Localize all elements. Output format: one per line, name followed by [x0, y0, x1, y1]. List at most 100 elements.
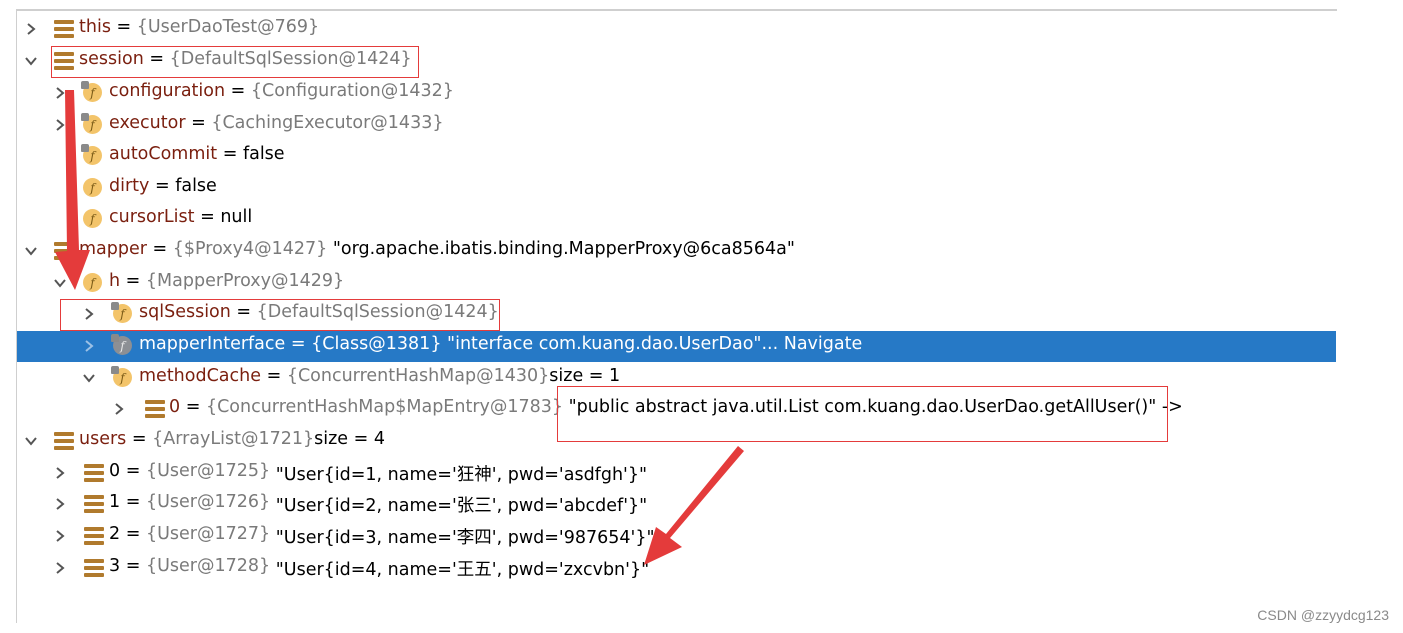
variable-row-executor[interactable]: f executor = {CachingExecutor@1433}	[17, 110, 1336, 140]
equals-sign: =	[225, 81, 251, 101]
chevron-down-icon[interactable]	[82, 371, 96, 385]
variable-type: {MapperProxy@1429}	[145, 271, 345, 291]
variable-row-users-1[interactable]: 1 = {User@1726} "User{id=2, name='张三', p…	[17, 489, 1336, 519]
equals-sign: =	[261, 366, 287, 386]
variable-row-mapperinterface[interactable]: f mapperInterface = {Class@1381} "interf…	[17, 331, 1336, 362]
chevron-right-icon[interactable]	[53, 466, 67, 480]
variable-value: size = 1	[549, 366, 621, 386]
equals-sign: =	[217, 144, 243, 164]
variable-row-cursorlist[interactable]: f cursorList = null	[17, 204, 1336, 234]
field-icon: f	[111, 334, 132, 355]
variable-row-users[interactable]: users = {ArrayList@1721} size = 4	[17, 426, 1336, 456]
variable-name: users	[79, 429, 127, 449]
navigate-link[interactable]: Navigate	[784, 334, 863, 354]
equals-sign: =	[120, 492, 146, 512]
list-icon	[145, 400, 165, 418]
variable-value: false	[175, 176, 217, 196]
list-icon	[54, 432, 74, 450]
variable-name: mapper	[79, 239, 147, 259]
chevron-right-icon[interactable]	[53, 86, 67, 100]
variable-value: "interface com.kuang.dao.UserDao"...	[447, 334, 779, 354]
equals-sign: =	[143, 49, 170, 69]
variable-value: "User{id=1, name='狂神', pwd='asdfgh'}"	[275, 465, 648, 485]
variable-row-sqlsession[interactable]: f sqlSession = {DefaultSqlSession@1424}	[17, 299, 1336, 329]
variable-type: {DefaultSqlSession@1424}	[169, 49, 412, 69]
variable-value: "User{id=4, name='王五', pwd='zxcvbn'}"	[275, 560, 650, 580]
list-icon	[54, 52, 74, 70]
chevron-right-icon[interactable]	[53, 561, 67, 575]
variable-type: {ConcurrentHashMap$MapEntry@1783}	[205, 397, 564, 417]
variable-type: {ConcurrentHashMap@1430}	[286, 366, 550, 386]
variable-row-h[interactable]: f h = {MapperProxy@1429}	[17, 268, 1336, 298]
chevron-right-icon[interactable]	[24, 22, 38, 36]
list-icon	[84, 527, 104, 545]
variable-name: 0	[169, 397, 181, 417]
variable-row-mapper[interactable]: mapper = {$Proxy4@1427} "org.apache.ibat…	[17, 236, 1336, 266]
variable-type: {Class@1381}	[311, 334, 442, 354]
field-icon: f	[83, 178, 102, 197]
watermark: CSDN @zzyydcg123	[1257, 607, 1389, 623]
variable-name: cursorList	[109, 207, 195, 227]
variable-name: mapperInterface	[139, 334, 286, 354]
variable-type: {User@1728}	[145, 556, 271, 576]
variable-row-autocommit[interactable]: f autoCommit = false	[17, 141, 1336, 171]
equals-sign: =	[285, 334, 312, 354]
variable-row-users-2[interactable]: 2 = {User@1727} "User{id=3, name='李四', p…	[17, 521, 1336, 551]
variable-row-this[interactable]: this = {UserDaoTest@769}	[17, 14, 1336, 44]
variable-row-configuration[interactable]: f configuration = {Configuration@1432}	[17, 78, 1336, 108]
variable-type: {$Proxy4@1427}	[172, 239, 328, 259]
chevron-down-icon[interactable]	[53, 276, 67, 290]
chevron-down-icon[interactable]	[24, 244, 38, 258]
variable-name: 0	[109, 461, 121, 481]
field-icon: f	[81, 81, 102, 102]
variable-row-session[interactable]: session = {DefaultSqlSession@1424}	[17, 46, 1336, 76]
variable-type: {CachingExecutor@1433}	[211, 113, 444, 133]
field-icon: f	[111, 366, 132, 387]
variable-value: false	[242, 144, 285, 164]
variable-name: executor	[109, 113, 186, 133]
variable-name: 2	[109, 524, 121, 544]
chevron-down-icon[interactable]	[24, 434, 38, 448]
field-icon: f	[83, 273, 102, 292]
equals-sign: =	[120, 524, 146, 544]
variable-name: dirty	[109, 176, 150, 196]
equals-sign: =	[126, 429, 153, 449]
variable-name: 3	[109, 556, 121, 576]
variable-name: sqlSession	[139, 302, 231, 322]
chevron-right-icon[interactable]	[53, 118, 67, 132]
chevron-right-icon[interactable]	[53, 497, 67, 511]
list-icon	[54, 20, 74, 38]
list-icon	[54, 242, 74, 260]
variable-value: size = 4	[314, 429, 385, 449]
variable-row-users-3[interactable]: 3 = {User@1728} "User{id=4, name='王五', p…	[17, 553, 1336, 583]
equals-sign: =	[230, 302, 257, 322]
equals-sign: =	[194, 207, 221, 227]
equals-sign: =	[120, 461, 146, 481]
variable-name: autoCommit	[109, 144, 218, 164]
chevron-right-icon[interactable]	[82, 339, 96, 353]
field-icon: f	[81, 113, 102, 134]
equals-sign: =	[149, 176, 176, 196]
variable-type: {ArrayList@1721}	[152, 429, 315, 449]
variable-row-dirty[interactable]: f dirty = false	[17, 173, 1336, 203]
variable-name: session	[79, 49, 144, 69]
variable-row-methodcache[interactable]: f methodCache = {ConcurrentHashMap@1430}…	[17, 363, 1336, 393]
field-icon: f	[111, 302, 132, 323]
chevron-right-icon[interactable]	[53, 529, 67, 543]
equals-sign: =	[180, 397, 206, 417]
variable-type: {User@1726}	[145, 492, 271, 512]
variable-row-methodcache-0[interactable]: 0 = {ConcurrentHashMap$MapEntry@1783} "p…	[17, 394, 1336, 424]
variable-value: "public abstract java.util.List com.kuan…	[568, 397, 1183, 417]
variable-name: 1	[109, 492, 121, 512]
variable-row-users-0[interactable]: 0 = {User@1725} "User{id=1, name='狂神', p…	[17, 458, 1336, 488]
chevron-right-icon[interactable]	[82, 307, 96, 321]
variable-name: configuration	[109, 81, 226, 101]
equals-sign: =	[120, 556, 146, 576]
variable-value: "User{id=3, name='李四', pwd='987654'}"	[275, 528, 655, 548]
chevron-right-icon[interactable]	[112, 402, 126, 416]
list-icon	[84, 495, 104, 513]
variable-type: {DefaultSqlSession@1424}	[256, 302, 499, 322]
field-icon: f	[81, 144, 102, 165]
chevron-down-icon[interactable]	[24, 54, 38, 68]
variable-type: {User@1727}	[145, 524, 271, 544]
